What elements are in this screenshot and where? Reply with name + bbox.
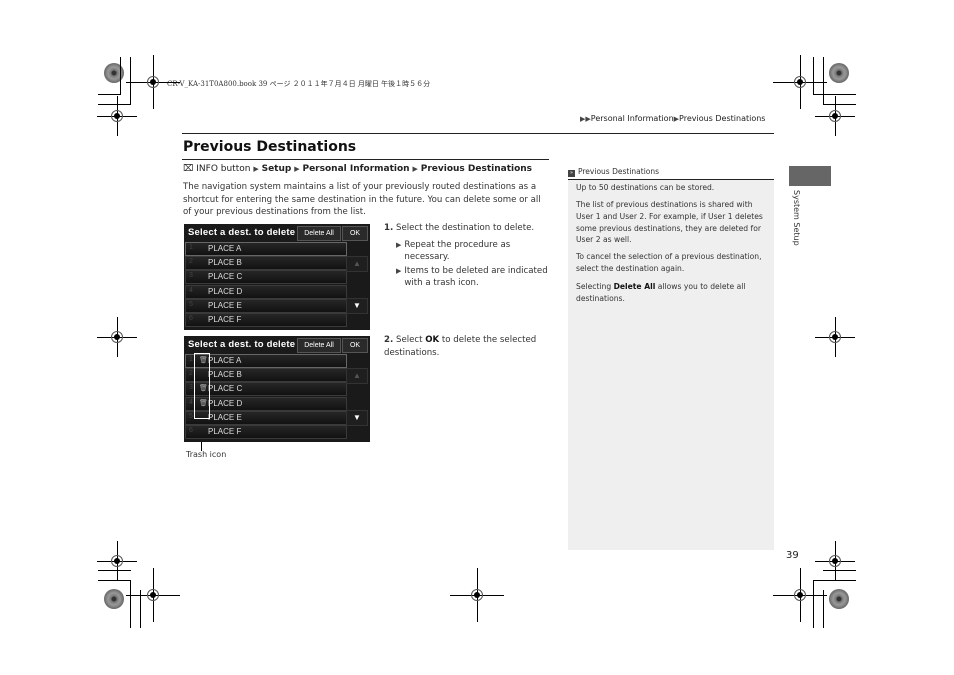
bullet-arrow-icon: ▶ — [396, 240, 402, 249]
step-text: Select the destination to delete. — [395, 223, 535, 233]
destination-label: PLACE F — [208, 315, 242, 324]
side-note-paragraph: Up to 50 destinations can be stored. — [576, 183, 715, 192]
destination-label: PLACE C — [208, 384, 243, 394]
side-note: » Previous Destinations Up to 50 destinat… — [568, 167, 774, 550]
trash-callout-box — [194, 353, 210, 419]
destination-label: PLACE A — [208, 244, 242, 253]
side-note-title: Previous Destinations — [578, 167, 660, 176]
destination-label: PLACE D — [208, 398, 243, 408]
destination-label: PLACE C — [208, 272, 243, 282]
row-number: 2 — [189, 258, 193, 266]
step-1: 1. Select the destination to delete. ▶ Re… — [384, 222, 554, 290]
row-number: 6 — [189, 427, 193, 434]
destination-label: PLACE E — [208, 300, 242, 310]
breadcrumb-arrows: ▶▶ — [580, 115, 591, 123]
destination-row[interactable]: 4 PLACE D — [185, 284, 347, 299]
section-tab — [789, 166, 831, 186]
destination-label: PLACE B — [208, 258, 242, 268]
section-label: System Setup — [792, 190, 801, 246]
delete-all-button[interactable]: Delete All — [297, 338, 341, 353]
row-number: 3 — [189, 384, 193, 392]
scroll-down-button[interactable]: ▼ — [346, 298, 368, 314]
color-disc-icon — [104, 63, 124, 83]
ok-term: OK — [425, 335, 440, 345]
step-number: 2. — [384, 335, 394, 345]
ok-button[interactable]: OK — [342, 226, 368, 241]
breadcrumb: ▶▶Personal Information▶Previous Destinat… — [580, 114, 765, 123]
nav-step: Setup — [261, 164, 292, 174]
side-note-paragraph: The list of previous destinations is sha… — [576, 200, 763, 245]
bullet-arrow-icon: ▶ — [396, 266, 402, 275]
step-number: 1. — [384, 223, 394, 233]
trash-icon-callout: Trash icon — [186, 450, 227, 459]
side-note-header: » Previous Destinations — [568, 167, 774, 180]
print-header: CR-V_KA-31T0A800.book 39 ページ ２０１１年７月４日 月… — [167, 80, 431, 88]
destination-label: PLACE B — [208, 370, 242, 380]
page-title: Previous Destinations — [183, 139, 357, 155]
step-2: 2. Select OK to delete the selected dest… — [384, 334, 554, 359]
breadcrumb-item[interactable]: Personal Information — [591, 114, 674, 123]
nav-separator: ▶ — [253, 165, 259, 173]
row-number: 1 — [189, 244, 193, 251]
screen-title: Select a dest. to delete — [188, 227, 296, 238]
nav-separator: ▶ — [294, 165, 300, 173]
destination-label: PLACE E — [208, 412, 242, 422]
row-number: 5 — [189, 412, 193, 420]
destination-row[interactable]: 6 PLACE F — [185, 425, 347, 439]
row-number: 5 — [189, 300, 193, 308]
screen-select-delete-marked: Select a dest. to delete Delete All OK 1… — [184, 336, 370, 442]
screen-select-delete: Select a dest. to delete Delete All OK 1… — [184, 224, 370, 330]
nav-path-start: INFO button — [196, 164, 251, 174]
row-number: 6 — [189, 315, 193, 322]
destination-label: PLACE A — [208, 356, 242, 365]
destination-row[interactable]: 6 PLACE F — [185, 313, 347, 327]
nav-path: ⌧ INFO button ▶ Setup ▶ Personal Informa… — [183, 164, 532, 174]
ok-button[interactable]: OK — [342, 338, 368, 353]
page-number: 39 — [786, 550, 799, 561]
note-icon: » — [568, 170, 575, 177]
destination-label: PLACE F — [208, 427, 242, 436]
row-number: 2 — [189, 370, 193, 378]
note-text: Selecting — [576, 282, 614, 291]
delete-all-button[interactable]: Delete All — [297, 226, 341, 241]
row-number: 4 — [189, 398, 193, 406]
destination-row[interactable]: 5 PLACE E — [185, 298, 347, 313]
row-number: 1 — [189, 356, 193, 363]
title-rule — [182, 159, 549, 160]
scroll-up-button[interactable]: ▲ — [346, 368, 368, 384]
destination-row[interactable]: 1 PLACE A — [185, 242, 347, 256]
row-number: 3 — [189, 272, 193, 280]
side-note-paragraph: Selecting Delete All allows you to delet… — [576, 281, 770, 305]
info-button-icon: ⌧ — [183, 164, 194, 174]
row-number: 4 — [189, 286, 193, 294]
scroll-down-button[interactable]: ▼ — [346, 410, 368, 426]
step-bullet: Items to be deleted are indicated with a… — [404, 265, 548, 289]
step-text: Select — [395, 335, 426, 345]
intro-text: The navigation system maintains a list o… — [183, 182, 541, 217]
step-bullet: Repeat the procedure as necessary. — [404, 239, 511, 263]
destination-label: PLACE D — [208, 286, 243, 296]
screen-title: Select a dest. to delete — [188, 339, 296, 350]
nav-separator: ▶ — [412, 165, 418, 173]
color-disc-icon — [829, 589, 849, 609]
scroll-up-button[interactable]: ▲ — [346, 256, 368, 272]
destination-row[interactable]: 2 PLACE B — [185, 256, 347, 271]
nav-step: Personal Information — [302, 164, 410, 174]
top-rule — [182, 133, 774, 134]
side-note-paragraph: To cancel the selection of a previous de… — [576, 252, 762, 273]
delete-all-term: Delete All — [613, 282, 656, 291]
destination-row[interactable]: 3 PLACE C — [185, 270, 347, 285]
nav-step: Previous Destinations — [420, 164, 533, 174]
breadcrumb-item[interactable]: Previous Destinations — [679, 114, 765, 123]
color-disc-icon — [104, 589, 124, 609]
color-disc-icon — [829, 63, 849, 83]
